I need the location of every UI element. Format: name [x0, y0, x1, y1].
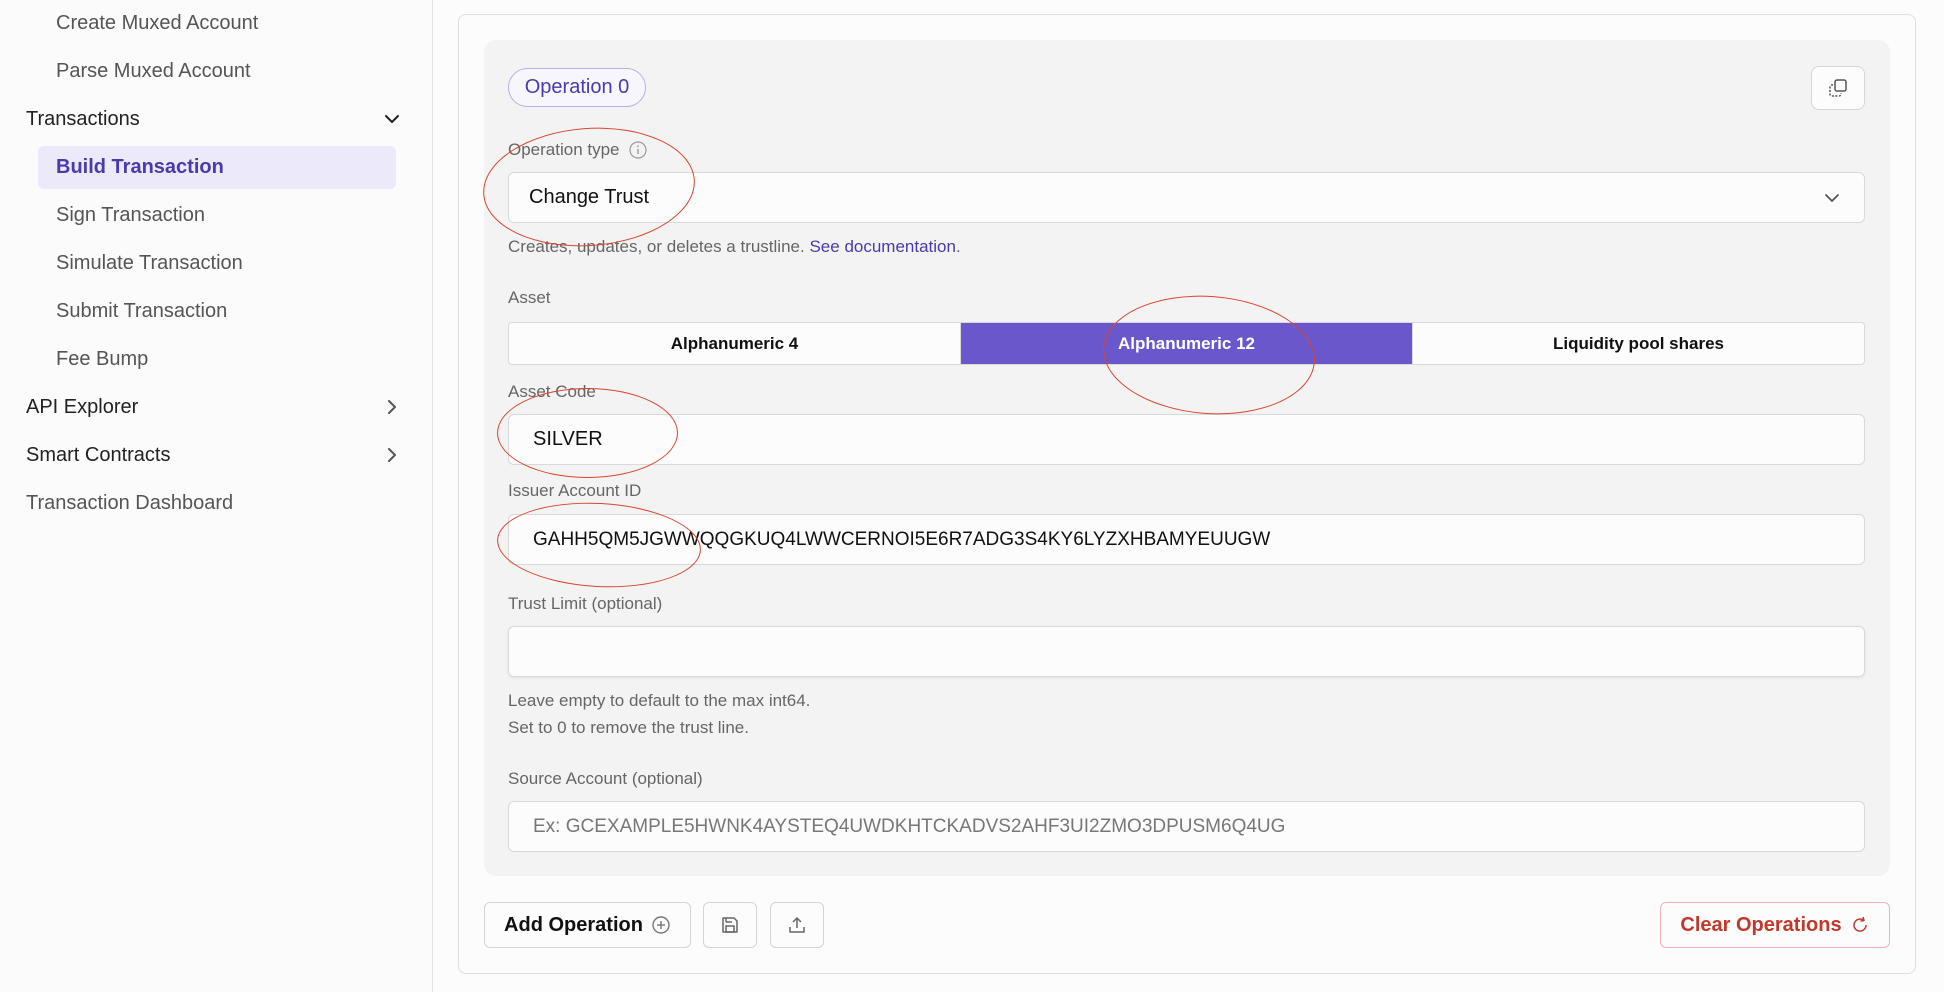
sidebar-item-create-muxed-account[interactable]: Create Muxed Account	[56, 11, 258, 35]
sidebar: Create Muxed Account Parse Muxed Account…	[0, 0, 433, 992]
duplicate-operation-button[interactable]	[1811, 66, 1865, 110]
sidebar-item-submit-transaction[interactable]: Submit Transaction	[56, 299, 227, 323]
asset-code-label: Asset Code	[508, 382, 596, 401]
sidebar-group-label: Transactions	[26, 108, 140, 130]
chevron-right-icon	[382, 445, 402, 465]
source-account-optional: (optional)	[631, 769, 703, 788]
info-icon[interactable]	[628, 140, 648, 160]
source-account-label: Source Account (optional)	[508, 769, 703, 789]
sidebar-group-api-explorer[interactable]: API Explorer	[26, 395, 402, 419]
see-documentation-link[interactable]: See documentation	[809, 237, 956, 256]
trust-limit-optional: (optional)	[591, 594, 663, 613]
sidebar-item-parse-muxed-account[interactable]: Parse Muxed Account	[56, 59, 251, 83]
asset-label: Asset	[508, 288, 551, 307]
source-account-input[interactable]: Ex: GCEXAMPLE5HWNK4AYSTEQ4UWDKHTCKADVS2A…	[508, 801, 1865, 852]
trust-limit-help-1: Leave empty to default to the max int64.	[508, 691, 811, 710]
asset-code-input[interactable]: SILVER	[508, 414, 1865, 465]
add-operation-label: Add Operation	[504, 913, 643, 936]
operation-badge: Operation 0	[508, 68, 646, 107]
operation-type-select[interactable]: Change Trust	[508, 172, 1865, 223]
operation-type-value: Change Trust	[529, 186, 650, 208]
doc-suffix: .	[955, 237, 961, 256]
share-icon	[787, 915, 807, 935]
chevron-right-icon	[382, 397, 402, 417]
chevron-down-icon	[382, 109, 402, 129]
copy-icon	[1828, 78, 1848, 98]
operation-type-help: Creates, updates, or deletes a trustline…	[508, 236, 961, 258]
operation-type-label: Operation type	[508, 140, 620, 159]
sidebar-item-label: Transaction Dashboard	[26, 492, 234, 514]
issuer-account-label: Issuer Account ID	[508, 481, 642, 500]
chevron-down-icon	[1822, 188, 1842, 208]
trust-limit-label: Trust Limit (optional)	[508, 594, 662, 614]
clear-operations-label: Clear Operations	[1680, 913, 1842, 936]
operation-type-help-text: Creates, updates, or deletes a trustline…	[508, 237, 805, 256]
sidebar-group-transactions[interactable]: Transactions	[26, 107, 402, 131]
share-button[interactable]	[770, 902, 824, 948]
refresh-icon	[1850, 915, 1870, 935]
tab-alphanumeric-12[interactable]: Alphanumeric 12	[960, 323, 1412, 364]
sidebar-item-sign-transaction[interactable]: Sign Transaction	[56, 203, 205, 227]
save-icon	[720, 915, 740, 935]
operation-type-label-row: Operation type	[508, 140, 648, 160]
sidebar-item-fee-bump[interactable]: Fee Bump	[56, 347, 148, 371]
trust-limit-label-text: Trust Limit	[508, 594, 587, 613]
sidebar-item-build-transaction[interactable]: Build Transaction	[38, 146, 396, 189]
sidebar-item-label: Build Transaction	[56, 156, 224, 178]
sidebar-item-simulate-transaction[interactable]: Simulate Transaction	[56, 251, 243, 275]
tab-alphanumeric-4[interactable]: Alphanumeric 4	[509, 323, 960, 364]
sidebar-group-smart-contracts[interactable]: Smart Contracts	[26, 443, 402, 467]
add-operation-button[interactable]: Add Operation	[484, 902, 691, 948]
sidebar-item-transaction-dashboard[interactable]: Transaction Dashboard	[26, 491, 402, 515]
issuer-account-input[interactable]: GAHH5QM5JGWWQQGKUQ4LWWCERNOI5E6R7ADG3S4K…	[508, 514, 1865, 565]
sidebar-group-label: Smart Contracts	[26, 444, 171, 466]
plus-circle-icon	[651, 915, 671, 935]
sidebar-group-label: API Explorer	[26, 396, 139, 418]
clear-operations-button[interactable]: Clear Operations	[1660, 902, 1890, 948]
tab-liquidity-pool-shares[interactable]: Liquidity pool shares	[1412, 323, 1864, 364]
save-button[interactable]	[703, 902, 757, 948]
asset-type-selector: Alphanumeric 4 Alphanumeric 12 Liquidity…	[508, 322, 1865, 365]
source-account-label-text: Source Account	[508, 769, 628, 788]
trust-limit-input[interactable]	[508, 626, 1865, 677]
trust-limit-help-2: Set to 0 to remove the trust line.	[508, 718, 749, 737]
